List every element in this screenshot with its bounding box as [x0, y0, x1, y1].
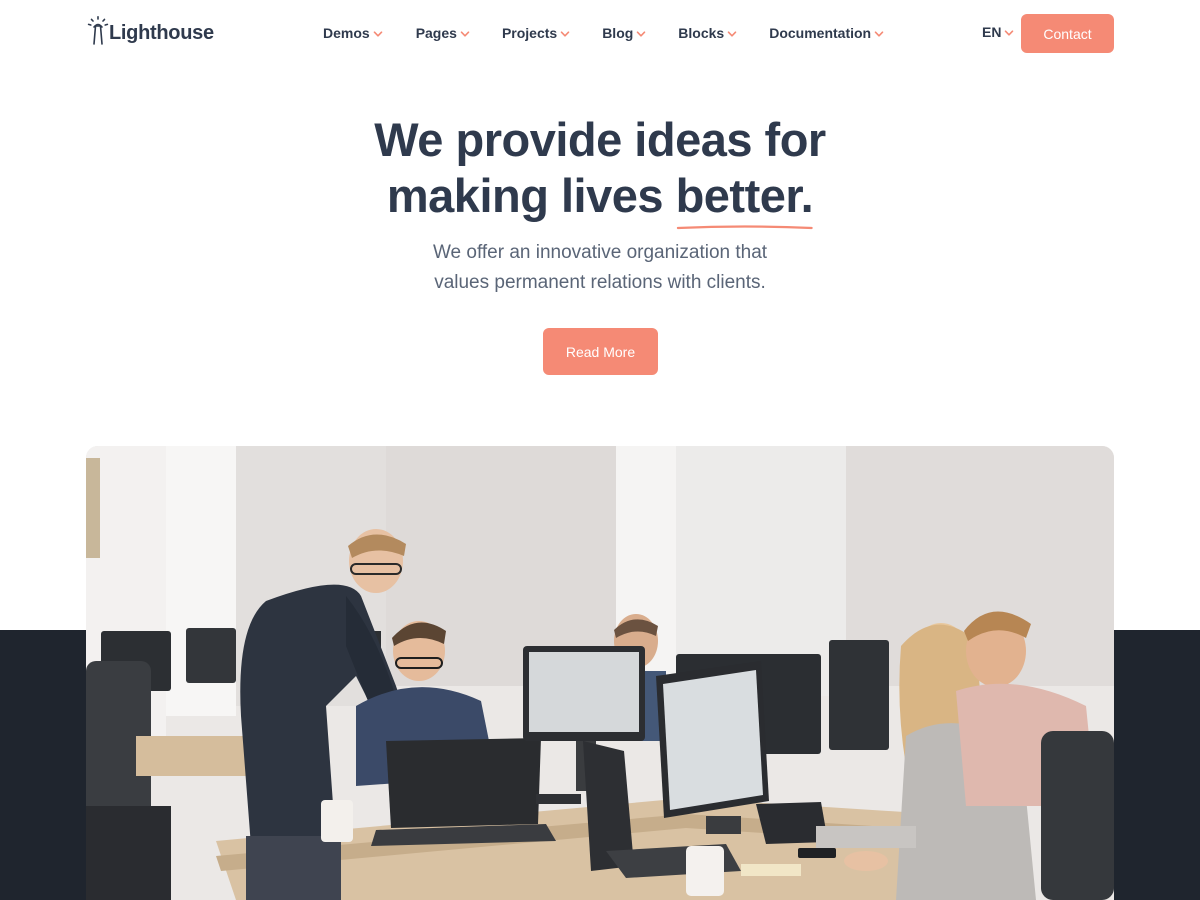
hero-title: We provide ideas for making lives better… — [300, 112, 900, 230]
chevron-down-icon — [460, 30, 470, 37]
chevron-down-icon — [874, 30, 884, 37]
nav-item-label: Blocks — [678, 25, 725, 41]
nav-item-blog[interactable]: Blog — [602, 24, 646, 42]
nav-item-documentation[interactable]: Documentation — [769, 24, 884, 42]
underline-decoration — [676, 225, 813, 230]
language-selector[interactable]: EN — [982, 24, 1014, 40]
main-nav: Demos Pages Projects Blog Blocks Documen… — [323, 24, 884, 42]
navbar: Lighthouse Demos Pages Projects Blog Blo… — [0, 0, 1200, 66]
nav-item-blocks[interactable]: Blocks — [678, 24, 737, 42]
chevron-down-icon — [560, 30, 570, 37]
hero-title-line1: We provide ideas for — [374, 113, 826, 166]
nav-item-label: Blog — [602, 25, 634, 41]
chevron-down-icon — [727, 30, 737, 37]
brand-name: Lighthouse — [109, 22, 214, 44]
nav-item-pages[interactable]: Pages — [416, 24, 470, 42]
lighthouse-logo-icon — [87, 16, 109, 45]
nav-item-label: Pages — [415, 25, 457, 41]
hero-highlight: better. — [675, 168, 814, 230]
nav-item-label: Demos — [323, 25, 370, 41]
chevron-down-icon — [636, 30, 646, 37]
hero-subtitle-line2: values permanent relations with clients. — [434, 272, 766, 293]
nav-item-demos[interactable]: Demos — [323, 24, 383, 42]
logo[interactable]: Lighthouse — [86, 16, 214, 46]
nav-item-label: Projects — [501, 25, 558, 41]
hero-title-line2: making lives — [386, 169, 676, 222]
office-team-photo — [86, 446, 1114, 900]
read-more-button[interactable]: Read More — [543, 328, 658, 375]
language-label: EN — [982, 24, 1002, 40]
chevron-down-icon — [373, 30, 382, 37]
hero-highlight-text: better. — [675, 169, 814, 222]
hero-subtitle-line1: We offer an innovative organization that — [432, 242, 768, 263]
nav-item-projects[interactable]: Projects — [502, 24, 570, 42]
contact-button[interactable]: Contact — [1021, 14, 1114, 53]
office-photo-illustration — [86, 446, 1114, 900]
hero-subtitle: We offer an innovative organization that… — [360, 238, 840, 298]
nav-item-label: Documentation — [769, 25, 872, 41]
chevron-down-icon — [1005, 29, 1014, 36]
